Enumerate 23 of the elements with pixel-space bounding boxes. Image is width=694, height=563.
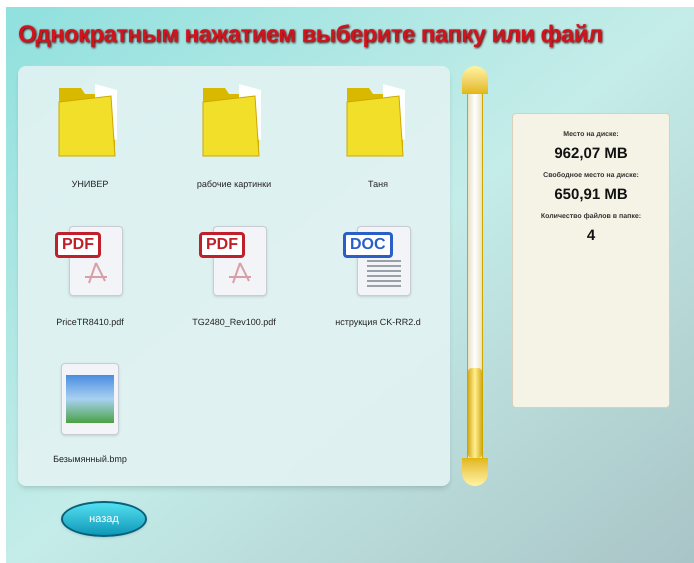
- info-value: 4: [586, 226, 596, 246]
- item-name: PriceTR8410.pdf: [56, 316, 124, 329]
- folder-item[interactable]: Таня: [306, 76, 450, 192]
- folder-item[interactable]: УНИВЕР: [18, 76, 162, 192]
- info-value: 962,07 MB: [554, 144, 628, 164]
- item-name: нструкция CK-RR2.d: [335, 316, 421, 329]
- file-type-label: PDF: [55, 232, 101, 258]
- item-name: Безымянный.bmp: [53, 453, 127, 466]
- file-item[interactable]: DOC нструкция CK-RR2.d: [306, 214, 450, 329]
- image-file-icon: [61, 363, 119, 435]
- scrollbar[interactable]: [460, 66, 490, 486]
- file-type-label: DOC: [343, 232, 393, 258]
- item-name: рабочие картинки: [196, 178, 272, 191]
- item-name: Таня: [368, 178, 388, 191]
- item-name: TG2480_Rev100.pdf: [192, 316, 276, 329]
- file-type-label: PDF: [199, 232, 245, 258]
- file-item[interactable]: PDF TG2480_Rev100.pdf: [162, 214, 306, 329]
- file-item[interactable]: PDF PriceTR8410.pdf: [18, 214, 162, 329]
- info-value: 650,91 MB: [554, 184, 628, 204]
- page-title: Однократным нажатием выберите папку или файл: [18, 20, 604, 50]
- item-name: УНИВЕР: [72, 178, 108, 191]
- folder-item[interactable]: рабочие картинки: [162, 76, 306, 192]
- file-item[interactable]: Безымянный.bmp: [18, 351, 162, 466]
